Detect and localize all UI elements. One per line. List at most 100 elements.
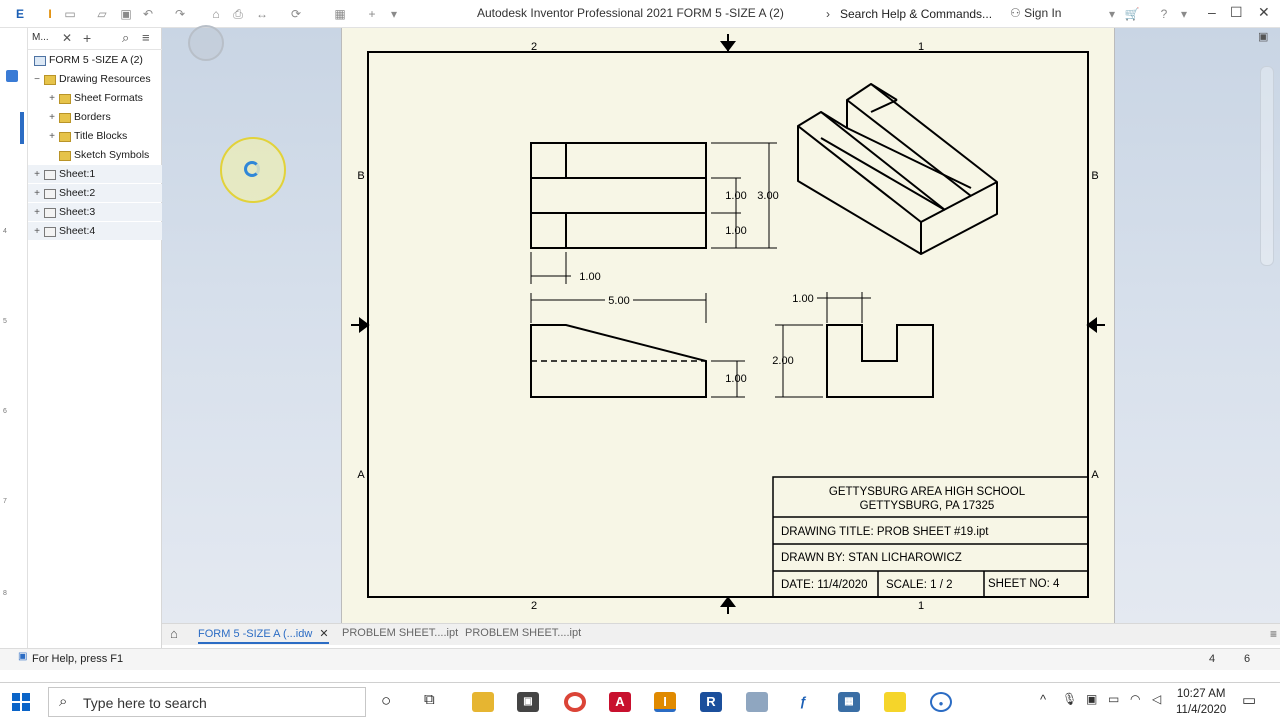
windows-start-icon[interactable] bbox=[12, 693, 30, 711]
task-view-icon[interactable]: ⧉ bbox=[424, 691, 435, 708]
add-browser-icon[interactable]: + bbox=[83, 30, 91, 46]
maximize-icon[interactable]: ☐ bbox=[1230, 4, 1243, 21]
print-icon[interactable]: ⎙ bbox=[230, 6, 246, 22]
file-explorer-icon[interactable] bbox=[472, 692, 494, 712]
help-icon[interactable]: ? bbox=[1156, 6, 1172, 22]
redo-icon[interactable]: ↷ bbox=[172, 6, 188, 22]
dim-text[interactable]: 1.00 bbox=[725, 190, 746, 202]
home-tab-icon[interactable]: ⌂ bbox=[170, 626, 178, 641]
tree-sheet-1[interactable]: + Sheet:1 bbox=[28, 165, 162, 183]
notifications-icon[interactable]: ▭ bbox=[1242, 691, 1256, 709]
status-count-a: 4 bbox=[1209, 653, 1216, 665]
model-browser-panel: M... ✕ + ⌕ ≡ FORM 5 -SIZE A (2) − Drawing… bbox=[28, 28, 162, 648]
tree-sheet-formats[interactable]: + Sheet Formats bbox=[47, 89, 143, 107]
doc-tab-problem-sheet-2[interactable]: PROBLEM SHEET....ipt bbox=[465, 627, 581, 639]
expand-icon[interactable]: + bbox=[47, 128, 57, 146]
wifi-icon[interactable]: ◠ bbox=[1130, 692, 1140, 706]
expand-icon[interactable]: + bbox=[32, 185, 42, 203]
dim-text[interactable]: 3.00 bbox=[757, 190, 778, 202]
school-name: GETTYSBURG AREA HIGH SCHOOL bbox=[829, 486, 1026, 498]
doc-tab-problem-sheet-1[interactable]: PROBLEM SHEET....ipt bbox=[342, 627, 458, 639]
window-title: Autodesk Inventor Professional 2021 FORM… bbox=[477, 6, 784, 20]
expand-icon[interactable]: + bbox=[32, 223, 42, 241]
dim-text[interactable]: 1.00 bbox=[725, 373, 746, 385]
measure-icon[interactable]: ↔ bbox=[254, 6, 270, 22]
close-tab-icon[interactable]: ✕ bbox=[319, 628, 328, 640]
dim-text[interactable]: 1.00 bbox=[579, 271, 600, 283]
home-icon[interactable]: ⌂ bbox=[208, 6, 224, 22]
tree-sheet-2[interactable]: + Sheet:2 bbox=[28, 184, 162, 202]
navbar-toggle-icon[interactable]: ▣ bbox=[1258, 30, 1268, 43]
browser-tab-model[interactable]: M... bbox=[32, 32, 49, 43]
tree-sketch-symbols[interactable]: Sketch Symbols bbox=[47, 146, 149, 164]
dim-text[interactable]: 5.00 bbox=[608, 295, 629, 307]
menu-icon[interactable]: ≡ bbox=[142, 30, 150, 45]
close-browser-icon[interactable]: ✕ bbox=[62, 31, 72, 45]
help-search-input[interactable]: › Search Help & Commands... bbox=[826, 4, 1004, 24]
sheet-number: SHEET NO: 4 bbox=[988, 578, 1060, 590]
sticky-notes-icon[interactable] bbox=[884, 692, 906, 712]
side-view-dimensions bbox=[775, 292, 871, 398]
centering-marks bbox=[351, 34, 1105, 614]
taskbar-search-input[interactable]: ⌕ Type here to search bbox=[48, 687, 366, 717]
customize-dropdown-icon[interactable]: ▾ bbox=[386, 6, 402, 22]
microphone-icon[interactable]: 🎙 bbox=[1062, 692, 1077, 706]
open-file-icon[interactable]: ▱ bbox=[94, 6, 110, 22]
recorder-icon[interactable]: ● bbox=[930, 692, 952, 712]
doc-tab-form5[interactable]: FORM 5 -SIZE A (...idw ✕ bbox=[198, 627, 329, 644]
search-icon[interactable]: ⌕ bbox=[122, 30, 129, 46]
tree-label: Sheet Formats bbox=[74, 92, 143, 104]
ruler-label: 7 bbox=[3, 498, 7, 505]
apps-grid-icon[interactable] bbox=[6, 70, 18, 82]
cart-icon[interactable]: 🛒 bbox=[1124, 6, 1140, 22]
app-icon-f[interactable]: ƒ bbox=[792, 692, 814, 712]
battery-icon[interactable]: ▭ bbox=[1108, 692, 1119, 706]
tree-root-document[interactable]: FORM 5 -SIZE A (2) bbox=[32, 51, 143, 69]
minimize-icon[interactable]: – bbox=[1208, 4, 1216, 20]
tree-borders[interactable]: + Borders bbox=[47, 108, 111, 126]
calculator-icon[interactable]: ▦ bbox=[838, 692, 860, 712]
inventor-taskbar-icon[interactable]: I bbox=[654, 692, 676, 712]
school-address: GETTYSBURG, PA 17325 bbox=[860, 500, 995, 512]
tree-sheet-4[interactable]: + Sheet:4 bbox=[28, 222, 162, 240]
tray-icon[interactable]: ▣ bbox=[1086, 692, 1097, 706]
document-tabs: ⌂ FORM 5 -SIZE A (...idw ✕ PROBLEM SHEET… bbox=[162, 623, 1280, 645]
save-icon[interactable]: ▣ bbox=[118, 6, 134, 22]
chrome-icon[interactable] bbox=[564, 692, 586, 712]
expand-icon[interactable]: + bbox=[32, 166, 42, 184]
dim-text[interactable]: 2.00 bbox=[772, 355, 793, 367]
app-icon[interactable] bbox=[746, 692, 768, 712]
close-window-icon[interactable]: ✕ bbox=[1258, 4, 1270, 21]
expand-icon[interactable]: + bbox=[47, 109, 57, 127]
collapse-icon[interactable]: − bbox=[32, 71, 42, 89]
expand-icon[interactable]: + bbox=[32, 204, 42, 222]
revit-icon[interactable]: R bbox=[700, 692, 722, 712]
autocad-icon[interactable]: A bbox=[609, 692, 631, 712]
new-file-icon[interactable]: ▭ bbox=[62, 6, 78, 22]
active-indicator bbox=[20, 112, 24, 144]
volume-icon[interactable]: ◁ bbox=[1152, 692, 1161, 706]
navigation-wheel-strip[interactable] bbox=[1260, 66, 1274, 266]
search-placeholder: Search Help & Commands... bbox=[840, 7, 993, 21]
dim-text[interactable]: 1.00 bbox=[725, 225, 746, 237]
tree-sheet-3[interactable]: + Sheet:3 bbox=[28, 203, 162, 221]
tree-drawing-resources[interactable]: − Drawing Resources bbox=[32, 70, 151, 88]
tree-title-blocks[interactable]: + Title Blocks bbox=[47, 127, 127, 145]
dim-text[interactable]: 1.00 bbox=[792, 293, 813, 305]
help-dropdown-icon[interactable]: ▾ bbox=[1176, 6, 1192, 22]
chevron-up-icon[interactable]: ^ bbox=[1040, 692, 1046, 707]
system-clock[interactable]: 10:27 AM 11/4/2020 bbox=[1176, 686, 1226, 718]
update-icon[interactable]: ⟳ bbox=[288, 6, 304, 22]
tab-menu-icon[interactable]: ≡ bbox=[1270, 627, 1277, 641]
app-menu-icon[interactable]: E bbox=[12, 6, 28, 22]
cortana-icon[interactable]: ○ bbox=[381, 691, 391, 711]
select-icon[interactable]: ▦ bbox=[332, 6, 348, 22]
signin-dropdown-icon[interactable]: ▾ bbox=[1104, 6, 1120, 22]
sign-in-button[interactable]: ⚇ Sign In bbox=[1010, 6, 1061, 20]
store-icon[interactable]: ▣ bbox=[517, 692, 539, 712]
tree-label: Borders bbox=[74, 111, 111, 123]
expand-icon[interactable]: + bbox=[47, 90, 57, 108]
add-icon[interactable]: + bbox=[364, 6, 380, 22]
left-ruler-strip: 4 5 6 7 8 bbox=[0, 28, 28, 648]
undo-icon[interactable]: ↶ bbox=[140, 6, 156, 22]
